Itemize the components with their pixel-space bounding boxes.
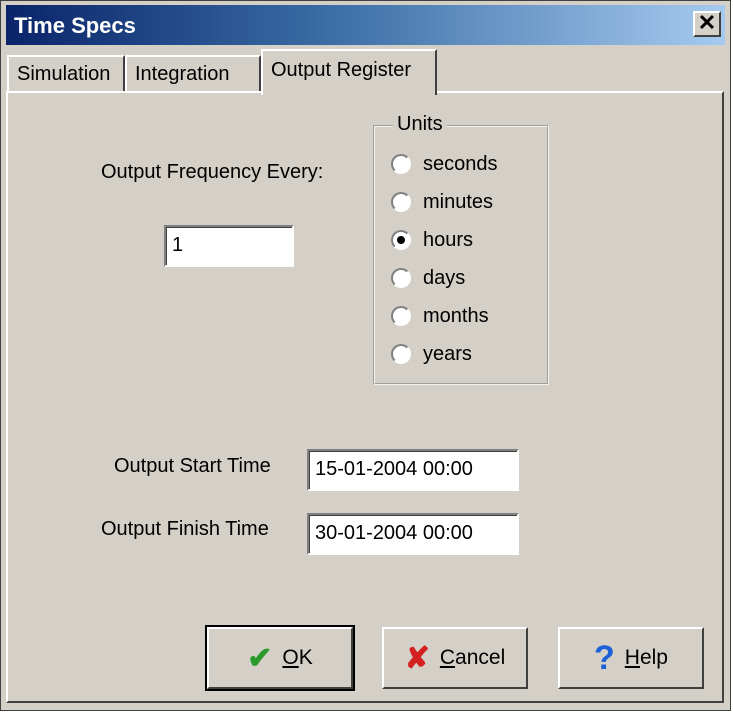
radio-days[interactable]: days	[391, 263, 465, 293]
output-start-label: Output Start Time	[114, 455, 271, 477]
radio-years-label: years	[423, 342, 472, 365]
radio-years[interactable]: years	[391, 339, 472, 369]
x-icon: ✘	[404, 641, 430, 675]
time-specs-dialog: Time Specs ✕ Simulation Integration Outp…	[0, 0, 731, 711]
output-finish-input[interactable]: 30-01-2004 00:00	[307, 513, 519, 555]
tab-simulation[interactable]: Simulation	[7, 55, 125, 93]
radio-months-circle[interactable]	[391, 306, 411, 326]
radio-selected-dot	[397, 236, 405, 244]
units-legend: Units	[393, 113, 447, 136]
radio-months-label: months	[423, 304, 489, 327]
radio-minutes-circle[interactable]	[391, 192, 411, 212]
radio-months[interactable]: months	[391, 301, 489, 331]
help-label: Help	[624, 646, 668, 669]
tab-integration[interactable]: Integration	[125, 55, 261, 93]
radio-seconds[interactable]: seconds	[391, 149, 498, 179]
cancel-button[interactable]: ✘ Cancel	[382, 627, 528, 689]
radio-minutes-label: minutes	[423, 190, 494, 213]
radio-hours-label: hours	[423, 228, 474, 251]
output-start-input[interactable]: 15-01-2004 00:00	[307, 449, 519, 491]
help-icon: ?	[594, 638, 615, 677]
output-frequency-input[interactable]: 1	[164, 225, 294, 267]
radio-years-circle[interactable]	[391, 344, 411, 364]
radio-seconds-circle[interactable]	[391, 154, 411, 174]
radio-hours[interactable]: hours	[391, 225, 473, 255]
radio-hours-circle[interactable]	[391, 230, 411, 250]
check-icon: ✔	[247, 641, 273, 675]
units-group: Units seconds minutes hours days months …	[373, 113, 549, 385]
output-finish-label: Output Finish Time	[101, 518, 269, 540]
radio-seconds-label: seconds	[423, 152, 498, 175]
ok-label: OK	[282, 646, 313, 669]
ok-button[interactable]: ✔ OK	[205, 625, 355, 691]
tab-output-register[interactable]: Output Register	[261, 49, 437, 95]
cancel-label: Cancel	[439, 646, 506, 669]
radio-days-label: days	[423, 266, 466, 289]
radio-days-circle[interactable]	[391, 268, 411, 288]
title-bar[interactable]: Time Specs ✕	[6, 5, 725, 45]
help-button[interactable]: ? Help	[558, 627, 704, 689]
close-icon: ✕	[697, 10, 717, 35]
window-title: Time Specs	[14, 13, 136, 38]
radio-minutes[interactable]: minutes	[391, 187, 493, 217]
output-frequency-label: Output Frequency Every:	[101, 161, 324, 183]
close-button[interactable]: ✕	[693, 11, 721, 37]
